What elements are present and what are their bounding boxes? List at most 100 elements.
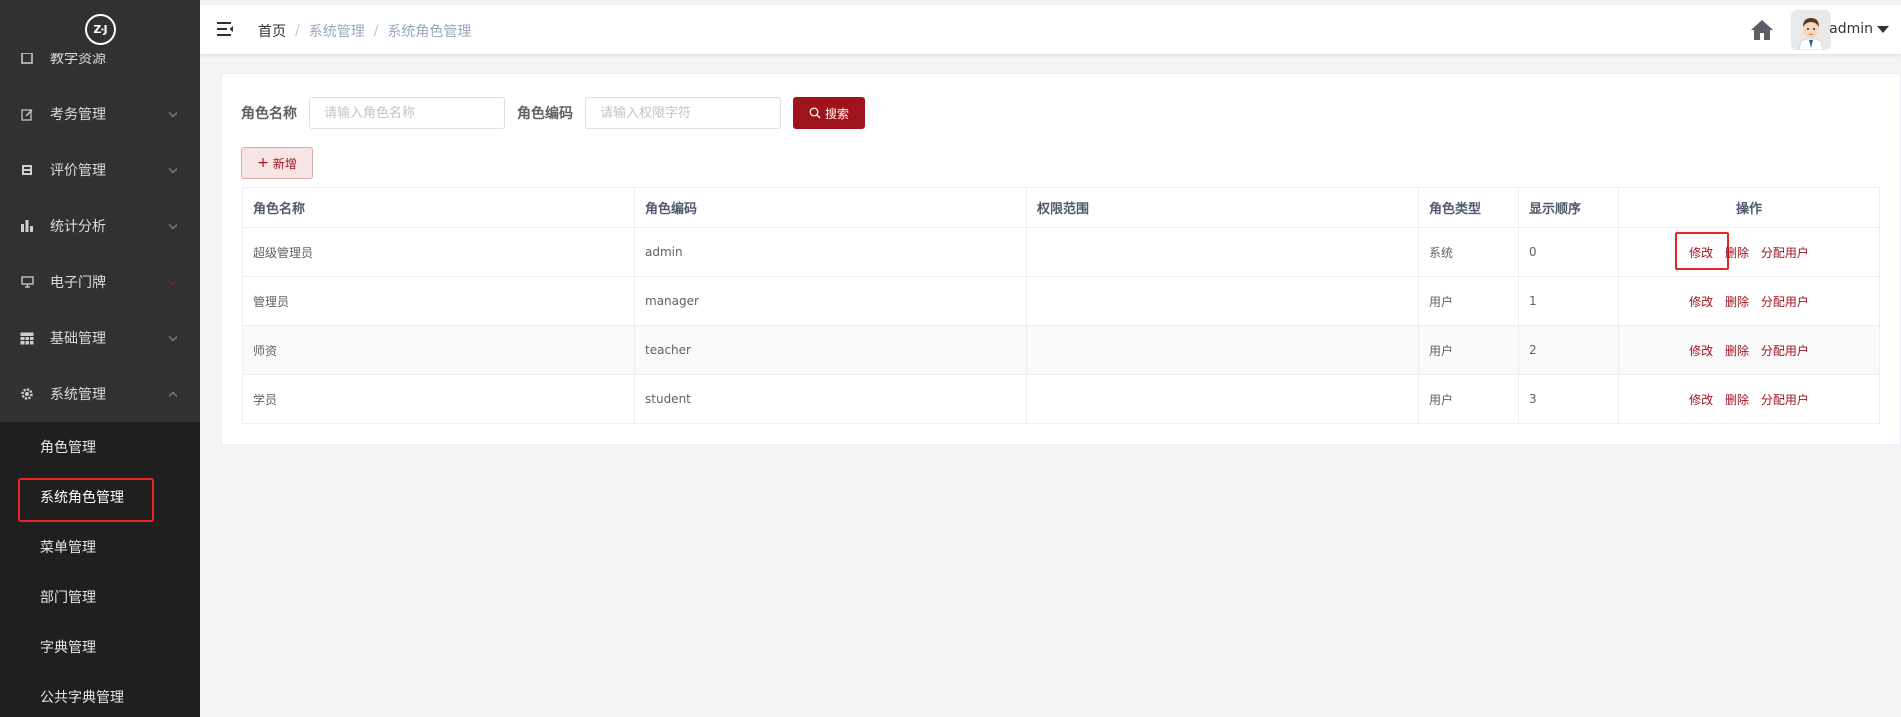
system-management-submenu: 角色管理 系统角色管理 菜单管理 部门管理 字典管理 公共字典管理 bbox=[0, 422, 200, 717]
chevron-down-icon bbox=[168, 276, 178, 289]
cell-permission-scope bbox=[1026, 374, 1419, 424]
sidebar-item-dictionary-management[interactable]: 字典管理 bbox=[0, 622, 200, 672]
cell-actions: 修改 删除 分配用户 bbox=[1618, 276, 1880, 326]
search-button[interactable]: 搜索 bbox=[793, 97, 865, 129]
cell-display-order: 0 bbox=[1518, 227, 1619, 277]
role-code-input[interactable] bbox=[585, 97, 781, 129]
cell-role-type: 系统 bbox=[1418, 227, 1519, 277]
monitor-icon bbox=[20, 275, 34, 289]
assign-users-button[interactable]: 分配用户 bbox=[1761, 342, 1809, 359]
sidebar-item-evaluation[interactable]: 评价管理 bbox=[0, 142, 200, 198]
chevron-down-icon bbox=[168, 332, 178, 345]
sidebar-item-label: 系统管理 bbox=[50, 387, 106, 403]
edit-button[interactable]: 修改 bbox=[1689, 293, 1713, 310]
cell-role-name: 学员 bbox=[242, 374, 635, 424]
sidebar-item-label: 部门管理 bbox=[40, 590, 96, 606]
delete-button[interactable]: 删除 bbox=[1725, 293, 1749, 310]
breadcrumb-separator: / bbox=[373, 23, 379, 39]
cell-role-type: 用户 bbox=[1418, 325, 1519, 375]
cell-display-order: 2 bbox=[1518, 325, 1619, 375]
sidebar-item-label: 公共字典管理 bbox=[40, 690, 124, 706]
sidebar-menu: 教学资源 考务管理 评价管理 统计分析 电子门牌 基础管理 系统管理 角色管理 … bbox=[0, 30, 200, 717]
search-button-label: 搜索 bbox=[824, 106, 849, 121]
sidebar-item-label: 评价管理 bbox=[50, 163, 106, 179]
chevron-down-icon bbox=[168, 108, 178, 121]
cell-permission-scope bbox=[1026, 325, 1419, 375]
add-button[interactable]: + 新增 bbox=[241, 147, 313, 179]
column-header-role-type: 角色类型 bbox=[1418, 187, 1519, 228]
assign-users-button[interactable]: 分配用户 bbox=[1761, 391, 1809, 408]
sidebar-item-label: 统计分析 bbox=[50, 219, 106, 235]
sidebar-item-label: 系统角色管理 bbox=[40, 490, 124, 506]
cell-actions: 修改 删除 分配用户 bbox=[1618, 227, 1880, 277]
cell-permission-scope bbox=[1026, 276, 1419, 326]
sidebar-item-basic-management[interactable]: 基础管理 bbox=[0, 310, 200, 366]
column-header-permission-scope: 权限范围 bbox=[1026, 187, 1419, 228]
cell-actions: 修改 删除 分配用户 bbox=[1618, 325, 1880, 375]
breadcrumb-separator: / bbox=[295, 23, 300, 39]
cell-role-name: 管理员 bbox=[242, 276, 635, 326]
cell-display-order: 1 bbox=[1518, 276, 1619, 326]
username: admin bbox=[1829, 21, 1873, 37]
sidebar-item-department-management[interactable]: 部门管理 bbox=[0, 572, 200, 622]
top-navbar: 首页 / 系统管理 / 系统角色管理 admin bbox=[200, 5, 1901, 55]
edit-button[interactable]: 修改 bbox=[1675, 231, 1730, 270]
sidebar-item-label: 角色管理 bbox=[40, 440, 96, 456]
table-row: 师资 teacher 用户 2 修改 删除 分配用户 bbox=[242, 325, 1880, 375]
sidebar-item-label: 基础管理 bbox=[50, 331, 106, 347]
user-menu[interactable]: admin bbox=[1829, 21, 1889, 37]
role-code-label: 角色编码 bbox=[517, 106, 573, 122]
cell-actions: 修改 删除 分配用户 bbox=[1618, 374, 1880, 424]
cell-role-code: student bbox=[634, 374, 1027, 424]
evaluation-icon bbox=[20, 163, 34, 177]
breadcrumb-home[interactable]: 首页 bbox=[258, 21, 286, 41]
role-name-input[interactable] bbox=[309, 97, 505, 129]
avatar[interactable] bbox=[1791, 10, 1831, 50]
add-button-label: 新增 bbox=[272, 156, 297, 171]
column-header-actions: 操作 bbox=[1618, 187, 1880, 228]
delete-button[interactable]: 删除 bbox=[1725, 342, 1749, 359]
cell-role-code: teacher bbox=[634, 325, 1027, 375]
sidebar-item-label: 电子门牌 bbox=[50, 275, 106, 291]
column-header-display-order: 显示顺序 bbox=[1518, 187, 1619, 228]
resource-icon bbox=[20, 51, 34, 65]
sidebar-item-statistics[interactable]: 统计分析 bbox=[0, 198, 200, 254]
delete-button[interactable]: 删除 bbox=[1725, 391, 1749, 408]
chevron-down-icon bbox=[168, 220, 178, 233]
sidebar-item-electronic-doorplate[interactable]: 电子门牌 bbox=[0, 254, 200, 310]
role-name-label: 角色名称 bbox=[241, 106, 297, 122]
cell-role-name: 师资 bbox=[242, 325, 635, 375]
sidebar-item-label: 字典管理 bbox=[40, 640, 96, 656]
logo[interactable]: Z·J bbox=[0, 5, 200, 53]
table-row: 学员 student 用户 3 修改 删除 分配用户 bbox=[242, 374, 1880, 424]
breadcrumb-system-management: 系统管理 bbox=[308, 24, 365, 40]
edit-button[interactable]: 修改 bbox=[1689, 391, 1713, 408]
sidebar-item-exam-management[interactable]: 考务管理 bbox=[0, 86, 200, 142]
sidebar-item-label: 考务管理 bbox=[50, 107, 106, 123]
sidebar-item-menu-management[interactable]: 菜单管理 bbox=[0, 522, 200, 572]
delete-button[interactable]: 删除 bbox=[1725, 244, 1749, 261]
sidebar-item-public-dictionary-management[interactable]: 公共字典管理 bbox=[0, 672, 200, 717]
sidebar-item-role-management[interactable]: 角色管理 bbox=[0, 422, 200, 472]
plus-icon: + bbox=[257, 155, 269, 171]
sidebar-item-system-management[interactable]: 系统管理 bbox=[0, 366, 200, 422]
edit-button[interactable]: 修改 bbox=[1689, 342, 1713, 359]
assign-users-button[interactable]: 分配用户 bbox=[1761, 293, 1809, 310]
logo-mark: Z·J bbox=[84, 13, 116, 45]
chevron-up-icon bbox=[168, 388, 178, 401]
gear-icon bbox=[20, 387, 34, 401]
sidebar-item-system-role-management[interactable]: 系统角色管理 bbox=[0, 472, 200, 522]
cell-role-type: 用户 bbox=[1418, 374, 1519, 424]
breadcrumb-system-role-management: 系统角色管理 bbox=[387, 24, 472, 40]
cell-role-code: manager bbox=[634, 276, 1027, 326]
table-header-row: 角色名称 角色编码 权限范围 角色类型 显示顺序 操作 bbox=[242, 187, 1880, 228]
home-icon[interactable] bbox=[1749, 17, 1775, 43]
assign-users-button[interactable]: 分配用户 bbox=[1761, 244, 1809, 261]
edit-icon bbox=[20, 107, 34, 121]
table-row: 管理员 manager 用户 1 修改 删除 分配用户 bbox=[242, 276, 1880, 326]
hamburger-menu-icon[interactable] bbox=[216, 21, 234, 37]
cell-role-code: admin bbox=[634, 227, 1027, 277]
bar-chart-icon bbox=[20, 219, 34, 233]
column-header-role-name: 角色名称 bbox=[242, 187, 635, 228]
cell-role-name: 超级管理员 bbox=[242, 227, 635, 277]
